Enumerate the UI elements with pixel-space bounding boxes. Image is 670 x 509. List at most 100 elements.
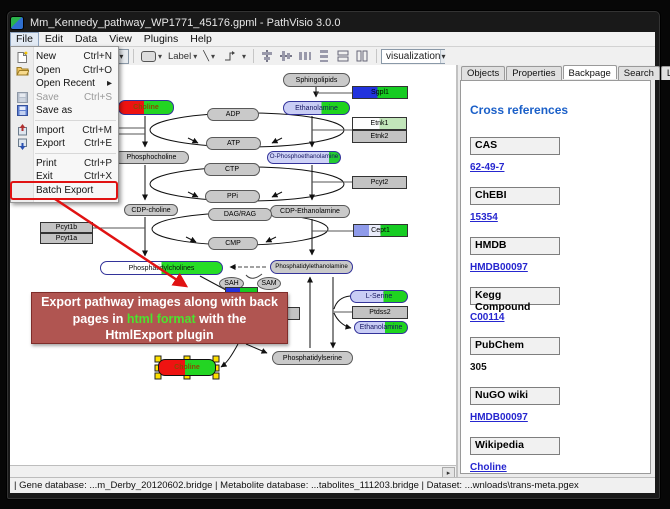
stack-vertical-icon[interactable] [356,50,369,63]
pathvisio-logo-icon [10,16,24,30]
menu-item-save-as[interactable]: Save as [11,104,118,118]
menu-item-save[interactable]: SaveCtrl+S [11,91,118,105]
node-ptdss2[interactable]: Ptdss2 [352,306,408,319]
node-choline[interactable]: Choline [118,100,174,115]
add-connector-button[interactable]: ▾ [218,49,249,64]
highlighted-text: html format [127,312,196,326]
node-cdp-choline[interactable]: CDP-choline [124,204,178,216]
node-etnk2[interactable]: Etnk2 [352,130,407,143]
node-dag[interactable]: DAG/RAG [208,208,272,221]
side-panel-tabs: Objects Properties Backpage Search Legen… [461,66,670,80]
distribute-vertical-icon[interactable] [318,50,331,63]
annotation-callout: Export pathway images along with back pa… [31,292,288,344]
xref-header: NuGO wiki [470,387,560,405]
node-cept1[interactable]: Cept1 [353,224,408,237]
node-sgpl1[interactable]: Sgpl1 [352,86,408,99]
menu-item-export[interactable]: ExportCtrl+E [11,137,118,151]
status-bar: | Gene database: ...m_Derby_20120602.bri… [10,477,655,493]
node-ethanolamine-lower[interactable]: Ethanolamine [354,321,408,334]
node-adp[interactable]: ADP [207,108,259,121]
node-pcyt1b[interactable]: Pcyt1b [40,222,93,233]
node-pcyt2[interactable]: Pcyt2 [352,176,407,189]
chevron-down-icon[interactable]: ▾ [440,50,445,63]
menu-view[interactable]: View [103,33,138,46]
callout-line-3: HtmlExport plugin [32,327,287,344]
node-etnk1[interactable]: Etnk1 [352,117,407,130]
node-choline-selected[interactable]: Choline [158,359,216,376]
datanode-icon [141,51,156,62]
menu-item-new[interactable]: NewCtrl+N [11,50,118,64]
new-document-icon [11,51,33,63]
node-o-phosphoethanolamine[interactable]: O-Phosphoethanolamine [267,151,341,164]
callout-line-2: pages in html format with the [32,311,287,328]
node-ethanolamine[interactable]: Ethanolamine [283,101,350,115]
tab-backpage[interactable]: Backpage [563,65,617,79]
align-center-icon[interactable] [261,50,274,63]
xref-header: CAS [470,137,560,155]
xref-header: Wikipedia [470,437,560,455]
backpage-content: Cross references CAS 62-49-7 ChEBI 15354… [460,80,651,474]
node-sam[interactable]: SAM [257,277,281,290]
menu-edit[interactable]: Edit [39,33,69,46]
xref-link[interactable]: HMDB00097 [470,262,650,273]
node-sphingolipids[interactable]: Sphingolipids [283,73,350,87]
xref-link[interactable]: Choline [470,462,650,473]
cross-references-heading: Cross references [470,103,650,117]
menu-file[interactable]: File [10,32,39,47]
line-tool-icon: ╲ [203,51,209,62]
menu-data[interactable]: Data [69,33,103,46]
node-ctp[interactable]: CTP [204,163,260,176]
tab-properties[interactable]: Properties [506,66,561,80]
menu-bar: File Edit Data View Plugins Help [10,32,655,47]
menu-item-batch-export[interactable]: Batch Export [11,184,118,198]
selected-node-wrapper: Choline [158,359,216,376]
node-phosphatidylserine[interactable]: Phosphatidylserine [272,351,353,365]
connector-tool-icon [224,50,237,63]
window-title: Mm_Kennedy_pathway_WP1771_45176.gpml - P… [30,17,340,29]
add-datanode-button[interactable]: ▾ [138,49,165,64]
title-bar: Mm_Kennedy_pathway_WP1771_45176.gpml - P… [10,14,655,32]
align-middle-icon[interactable] [280,50,293,63]
file-menu-dropdown: NewCtrl+N OpenCtrl+O Open Recent ▸ SaveC… [10,46,119,203]
xref-header: Kegg Compound [470,287,560,305]
xref-link[interactable]: 62-49-7 [470,162,650,173]
node-atp[interactable]: ATP [206,137,261,150]
xref-value: 305 [470,362,650,373]
menu-item-open[interactable]: OpenCtrl+O [11,64,118,78]
node-phosphatidylethanolamine[interactable]: Phosphatidylethanolamine [270,260,353,274]
xref-link[interactable]: HMDB00097 [470,412,650,423]
tab-search[interactable]: Search [618,66,660,80]
node-cdp-ethanolamine[interactable]: CDP-Ethanolamine [270,205,350,218]
xref-section-chebi: ChEBI 15354 [470,187,650,223]
tab-objects[interactable]: Objects [461,66,505,80]
submenu-arrow-icon: ▸ [107,78,118,89]
visualization-combobox[interactable]: visualization ▾ [381,49,445,64]
open-folder-icon [11,65,33,76]
menu-help[interactable]: Help [184,33,218,46]
menu-item-import[interactable]: ImportCtrl+M [11,124,118,138]
stack-horizontal-icon[interactable] [337,50,350,63]
export-icon [11,138,33,150]
xref-section-pubchem: PubChem 305 [470,337,650,373]
node-l-serine[interactable]: L-Serine [350,290,408,303]
distribute-horizontal-icon[interactable] [299,50,312,63]
side-panel: Objects Properties Backpage Search Legen… [458,65,655,477]
node-phosphocholine[interactable]: Phosphocholine [114,151,189,164]
menu-item-open-recent[interactable]: Open Recent ▸ [11,77,118,91]
menu-plugins[interactable]: Plugins [138,33,184,46]
chevron-down-icon: ▾ [193,52,197,61]
xref-link[interactable]: C00114 [470,312,650,323]
node-cmp[interactable]: CMP [208,237,258,250]
menu-item-exit[interactable]: ExitCtrl+X [11,170,118,184]
node-phosphatidylcholines[interactable]: Phosphatidylcholines [100,261,223,275]
add-label-button[interactable]: Label ▾ [165,49,200,64]
menu-item-print[interactable]: PrintCtrl+P [11,157,118,171]
node-ppi[interactable]: PPi [205,190,260,203]
xref-section-hmdb: HMDB HMDB00097 [470,237,650,273]
xref-link[interactable]: 15354 [470,212,650,223]
add-line-button[interactable]: ╲ ▾ [200,49,218,64]
chevron-down-icon: ▾ [158,52,162,61]
tab-legend[interactable]: Legend [661,66,670,80]
xref-section-nugo: NuGO wiki HMDB00097 [470,387,650,423]
node-pcyt1a[interactable]: Pcyt1a [40,233,93,244]
